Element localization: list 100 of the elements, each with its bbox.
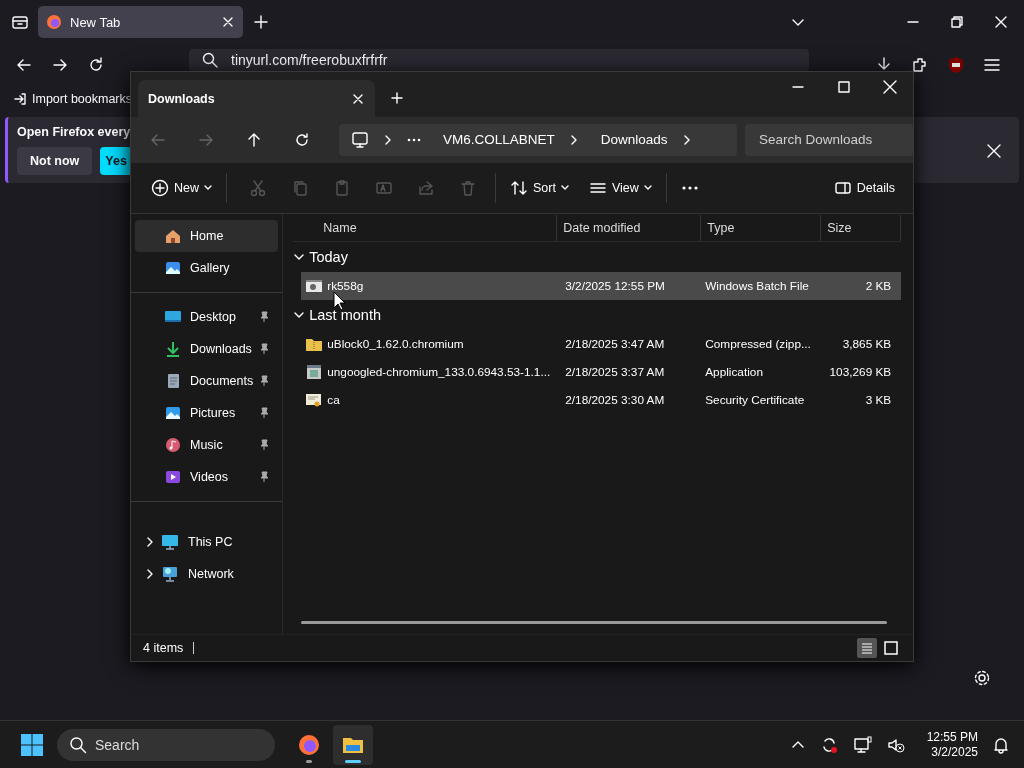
details-pane-icon [833,179,852,197]
table-cell-text: Security Certificate [704,393,806,407]
window-tab[interactable]: Downloads [138,80,375,117]
table-cell-text: 3/2/2025 12:55 PM [564,279,666,293]
sidebar-item[interactable]: Downloads [135,333,279,365]
sidebar-item[interactable]: Desktop [135,301,279,333]
new-tab-icon[interactable] [389,89,405,106]
notification-button[interactable]: Not now [17,147,93,175]
new-button[interactable]: New [141,170,222,206]
search-field[interactable]: Search Downloads [745,123,913,156]
table-cell-text: Compressed (zipp... [704,337,812,351]
maximize-icon[interactable] [837,80,851,94]
search-field[interactable]: Search [57,728,275,761]
file-row[interactable]: rk558g 3/2/2025 12:55 PM Windows Batch File 2 KB [301,272,902,300]
column-header[interactable]: Date modified [557,215,702,241]
bookmark-item[interactable]: Import bookmarks [13,92,133,106]
group-header[interactable]: Today [293,242,902,272]
details-button[interactable]: Details [823,170,905,206]
notification-message: Open Firefox every [17,125,132,139]
sidebar-item[interactable]: Music [135,429,279,461]
sort-icon [510,179,528,197]
video-icon [164,468,182,486]
column-header[interactable]: Name [293,215,558,241]
picture-icon [164,404,182,422]
restore-icon[interactable] [950,15,964,29]
file-name: ca [327,393,340,407]
sidebar-item[interactable]: Gallery [135,252,279,284]
tab-title: New Tab [70,14,122,30]
tiles-view-icon[interactable] [883,640,899,656]
firefox-icon [46,14,62,30]
view-button[interactable]: View [578,170,662,206]
application-icon [305,363,324,381]
sidebar-item[interactable]: This PC [135,526,279,558]
close-icon[interactable] [883,80,897,94]
chevron-right-icon [383,134,393,145]
table-cell-text: Application [704,365,764,379]
firefox-icon [297,732,321,757]
refresh-icon[interactable] [293,130,311,149]
group-header[interactable]: Last month [293,300,902,330]
chevron-right-icon[interactable] [145,569,155,579]
cursor-icon [333,291,347,311]
search-icon [69,735,87,754]
new-tab-icon[interactable] [251,12,271,32]
file-row[interactable]: ca 2/18/2025 3:30 AM Security Certificate 3 KB [301,386,902,414]
sidebar-item[interactable]: Pictures [135,397,279,429]
sort-button[interactable]: Sort [500,170,579,206]
clock[interactable]: 12:55 PM 3/2/2025 [926,730,978,759]
shield-icon[interactable] [946,55,966,75]
monitor-icon [161,533,179,551]
details-view-icon[interactable] [859,640,875,656]
breadcrumb-item[interactable]: Downloads [600,132,668,147]
sidebar-item[interactable]: Home [135,220,279,252]
monitor-icon [351,130,369,149]
notification-button[interactable]: Yes [100,147,132,175]
file-row[interactable]: uBlock0_1.62.0.chromium 2/18/2025 3:47 AM Compressed (zipp... 3,865 KB [301,330,902,358]
import-icon [13,92,27,106]
column-header[interactable]: Size [821,215,902,241]
browser-tab[interactable]: New Tab [38,6,243,38]
table-cell-text: 3,865 KB [841,337,893,351]
address-bar[interactable]: tinyurl.com/freerobuxfrfrfr [189,49,809,71]
taskbar-app[interactable] [333,724,373,765]
pin-icon [258,471,271,483]
close-icon[interactable] [221,15,235,29]
sidebar-item[interactable]: Network [135,558,279,590]
table-cell-text: 2/18/2025 3:47 AM [564,337,666,351]
pin-icon [258,439,271,451]
status-text: 4 items [143,641,184,655]
table-cell-text: Windows Batch File [704,279,810,293]
file-name: uBlock0_1.62.0.chromium [327,337,464,351]
file-row[interactable]: ungoogled-chromium_133.0.6943.53-1.1... 2/18/2025 3:37 AM Application 103,269 KB [301,358,902,386]
table-cell-text: 103,269 KB [828,365,893,379]
url-text: tinyurl.com/freerobuxfrfrfr [231,52,388,68]
pin-icon [258,343,271,355]
network-icon [161,565,179,583]
pin-icon [258,311,271,323]
sidebar-item[interactable]: Videos [135,461,279,493]
table-cell-text: 3 KB [864,393,893,407]
chevron-right-icon[interactable] [145,537,155,547]
breadcrumb-item[interactable]: VM6.COLLABNET [443,132,555,147]
caret-icon [560,184,569,192]
search-icon [201,51,219,69]
close-icon[interactable] [994,15,1008,29]
breadcrumb-bar[interactable]: VM6.COLLABNET Downloads [339,123,737,156]
settings-icon[interactable] [973,669,991,687]
file-name: rk558g [327,279,364,293]
column-header[interactable]: Type [701,215,822,241]
start-icon[interactable] [20,732,44,757]
sidebar-item[interactable]: Documents [135,365,279,397]
pin-icon [258,375,271,387]
close-icon[interactable] [986,143,1002,159]
table-cell-text: 2/18/2025 3:30 AM [564,393,666,407]
download-icon [164,340,182,358]
notification-bell-icon[interactable] [992,735,1010,754]
network-icon[interactable] [852,734,873,755]
pin-icon [258,407,271,419]
music-icon [164,436,182,454]
caret-icon [643,184,652,192]
gallery-icon [164,259,182,277]
caret-icon [204,184,212,192]
table-cell-text: 2/18/2025 3:37 AM [564,365,666,379]
